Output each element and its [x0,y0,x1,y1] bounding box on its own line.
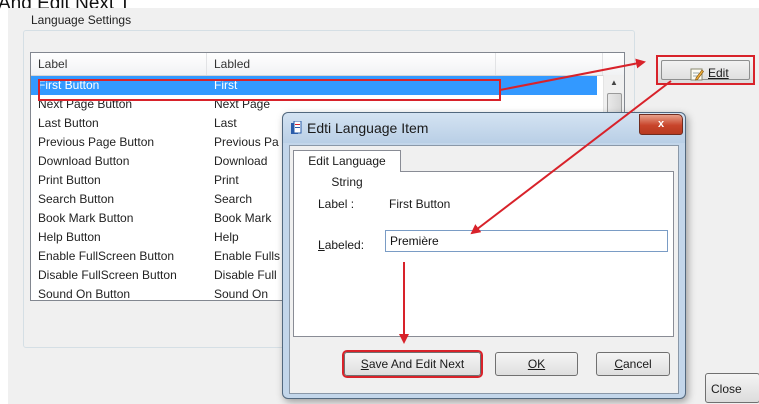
row-labled: First [214,78,238,92]
row-label: Print Button [38,173,101,187]
close-icon[interactable]: x [639,114,683,135]
list-header: Label Labled [31,53,624,76]
edit-button-label: Edit [708,66,729,80]
labeled-key-rest: abeled: [324,238,365,252]
row-label: Help Button [38,230,101,244]
label-key: Label : [318,197,355,211]
row-label: First Button [38,78,100,92]
edit-language-dialog: Edti Language Item x Edit Language Strin… [282,112,686,399]
save-and-edit-next-button[interactable]: Save And Edit Next [344,352,481,376]
edit-pencil-icon [690,68,704,81]
column-header-blank [496,53,603,75]
close-button-label: Close [711,382,742,396]
row-label: Sound On Button [38,287,131,301]
row-label: Search Button [38,192,115,206]
row-label: Next Page Button [38,97,133,111]
close-button[interactable]: Close [705,373,759,403]
ok-button[interactable]: OK [495,352,578,376]
dialog-title: Edti Language Item [307,120,429,136]
column-header-labled[interactable]: Labled [207,53,496,75]
scroll-up-arrow-icon[interactable]: ▲ [604,75,624,91]
labeled-key: Labeled: [318,238,365,252]
save-button-label: ave And Edit Next [368,357,465,371]
dialog-titlebar[interactable]: Edti Language Item x [283,113,685,143]
row-label: Enable FullScreen Button [38,249,175,263]
label-value: First Button [389,197,451,211]
row-label: Previous Page Button [38,135,155,149]
row-label: Last Button [38,116,99,130]
column-header-label[interactable]: Label [31,53,207,75]
cancel-button-label: ancel [622,357,652,371]
group-title: Language Settings [29,13,134,27]
cancel-button[interactable]: Cancel [596,352,670,376]
edit-button[interactable]: Edit [656,55,755,85]
tab-panel: Label : First Button Labeled: [293,171,674,337]
app-icon [291,121,302,134]
row-label: Download Button [38,154,130,168]
tab-edit-language-string[interactable]: Edit Language String [293,150,401,189]
labeled-input[interactable] [385,230,668,252]
ok-button-label: OK [527,357,546,371]
row-label: Disable FullScreen Button [38,268,177,282]
table-row[interactable]: First Button First [31,76,597,95]
row-label: Book Mark Button [38,211,134,225]
dialog-body: Edit Language String Label : First Butto… [289,145,679,394]
